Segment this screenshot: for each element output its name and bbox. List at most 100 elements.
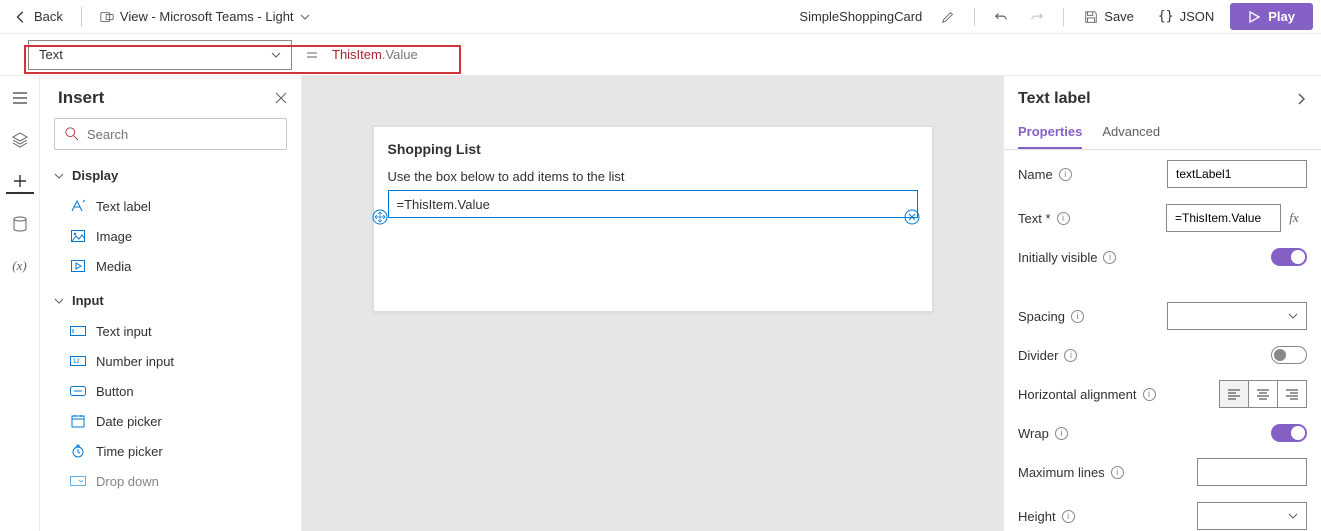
pencil-icon: [941, 10, 955, 24]
insert-panel: Insert Display Text label Image: [40, 76, 302, 531]
text-label-icon: [70, 198, 86, 214]
props-title: Text label: [1018, 90, 1091, 108]
dropdown-icon: [70, 473, 86, 489]
text-input-icon: [70, 323, 86, 339]
align-left-icon: [1227, 388, 1241, 400]
search-field[interactable]: [87, 127, 276, 142]
formula-input[interactable]: ThisItem.Value: [332, 47, 462, 63]
rail-layers-button[interactable]: [6, 128, 34, 152]
divider-toggle[interactable]: [1271, 346, 1307, 364]
chevron-down-icon: [1288, 511, 1298, 521]
height-dropdown[interactable]: [1197, 502, 1307, 530]
back-button[interactable]: Back: [8, 5, 69, 28]
insert-number-input[interactable]: 12 Number input: [40, 346, 301, 376]
property-value: Text: [39, 47, 63, 62]
info-icon[interactable]: i: [1057, 212, 1070, 225]
group-input-header[interactable]: Input: [40, 287, 301, 314]
save-button[interactable]: Save: [1076, 5, 1142, 28]
text-input[interactable]: [1166, 204, 1281, 232]
info-icon[interactable]: i: [1071, 310, 1084, 323]
view-dropdown[interactable]: View - Microsoft Teams - Light: [94, 5, 316, 28]
property-dropdown[interactable]: Text: [28, 40, 292, 70]
align-right-button[interactable]: [1277, 380, 1307, 408]
properties-panel: Text label Properties Advanced Namei Tex…: [1003, 76, 1321, 531]
layers-icon: [12, 132, 28, 148]
insert-text-input[interactable]: Text input: [40, 316, 301, 346]
item-label: Text label: [96, 199, 151, 214]
chevron-down-icon: [271, 50, 281, 60]
back-label: Back: [34, 9, 63, 24]
rail-tree-button[interactable]: [6, 86, 34, 110]
chevron-down-icon: [1288, 311, 1298, 321]
name-input[interactable]: [1167, 160, 1307, 188]
json-label: JSON: [1180, 9, 1215, 24]
button-icon: [70, 383, 86, 399]
insert-drop-down[interactable]: Drop down: [40, 466, 301, 496]
info-icon[interactable]: i: [1064, 349, 1077, 362]
rail-data-button[interactable]: [6, 212, 34, 236]
search-input[interactable]: [54, 118, 287, 150]
play-icon: [1248, 11, 1260, 23]
move-icon: [372, 209, 388, 225]
move-handle[interactable]: [372, 209, 388, 225]
max-lines-input[interactable]: [1197, 458, 1307, 486]
separator: [1063, 8, 1064, 26]
save-icon: [1084, 10, 1098, 24]
info-icon[interactable]: i: [1055, 427, 1068, 440]
info-icon[interactable]: i: [1111, 466, 1124, 479]
insert-time-picker[interactable]: Time picker: [40, 436, 301, 466]
insert-button[interactable]: Button: [40, 376, 301, 406]
image-icon: [70, 228, 86, 244]
panel-title: Insert: [58, 88, 104, 108]
calendar-icon: [70, 413, 86, 429]
edit-name-button[interactable]: [934, 3, 962, 31]
initially-visible-toggle[interactable]: [1271, 248, 1307, 266]
canvas-area[interactable]: Shopping List Use the box below to add i…: [302, 76, 1003, 531]
plus-icon: [13, 174, 27, 188]
delete-handle[interactable]: [904, 209, 920, 225]
insert-image[interactable]: Image: [40, 221, 301, 251]
prop-maxlines-label: Maximum lines: [1018, 465, 1105, 480]
redo-button: [1023, 3, 1051, 31]
rail-variables-button[interactable]: (x): [6, 254, 34, 278]
teams-icon: [100, 10, 114, 24]
redo-icon: [1030, 10, 1044, 24]
group-display-header[interactable]: Display: [40, 162, 301, 189]
close-panel-button[interactable]: [275, 92, 287, 104]
info-icon[interactable]: i: [1103, 251, 1116, 264]
tab-advanced[interactable]: Advanced: [1102, 116, 1160, 149]
info-icon[interactable]: i: [1143, 388, 1156, 401]
spacing-dropdown[interactable]: [1167, 302, 1307, 330]
align-left-button[interactable]: [1219, 380, 1249, 408]
card-subtitle: Use the box below to add items to the li…: [388, 169, 918, 184]
align-center-button[interactable]: [1248, 380, 1278, 408]
close-icon: [275, 92, 287, 104]
info-icon[interactable]: i: [1059, 168, 1072, 181]
separator: [974, 8, 975, 26]
main-area: (x) Insert Display Text label: [0, 76, 1321, 531]
insert-date-picker[interactable]: Date picker: [40, 406, 301, 436]
item-label: Drop down: [96, 474, 159, 489]
hamburger-icon: [12, 91, 28, 105]
prop-wrap-label: Wrap: [1018, 426, 1049, 441]
insert-text-label[interactable]: Text label: [40, 191, 301, 221]
item-label: Media: [96, 259, 131, 274]
json-button[interactable]: {} JSON: [1150, 5, 1222, 28]
formula-token-member: .Value: [382, 47, 418, 62]
chevron-right-icon[interactable]: [1295, 93, 1307, 105]
play-button[interactable]: Play: [1230, 3, 1313, 30]
tab-properties[interactable]: Properties: [1018, 116, 1082, 149]
item-label: Date picker: [96, 414, 162, 429]
insert-media[interactable]: Media: [40, 251, 301, 281]
prop-text-label: Text *: [1018, 211, 1051, 226]
selected-text-label[interactable]: =ThisItem.Value: [388, 190, 918, 218]
save-label: Save: [1104, 9, 1134, 24]
wrap-toggle[interactable]: [1271, 424, 1307, 442]
prop-divider-label: Divider: [1018, 348, 1058, 363]
fx-button[interactable]: fx: [1281, 204, 1307, 232]
rail-insert-button[interactable]: [6, 170, 34, 194]
info-icon[interactable]: i: [1062, 510, 1075, 523]
undo-button[interactable]: [987, 3, 1015, 31]
chevron-down-icon: [300, 12, 310, 22]
shopping-card[interactable]: Shopping List Use the box below to add i…: [373, 126, 933, 312]
